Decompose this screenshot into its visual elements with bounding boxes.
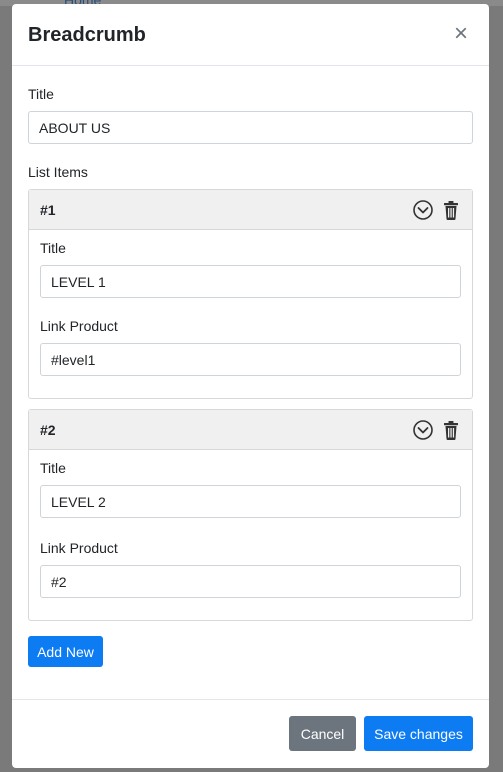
item-title-label-1: Title: [40, 240, 66, 256]
modal-footer-divider: [12, 699, 489, 700]
item-link-label-2: Link Product: [40, 540, 118, 556]
title-label: Title: [28, 86, 54, 102]
item-link-input-2[interactable]: [40, 565, 461, 598]
trash-icon[interactable]: [440, 199, 462, 221]
trash-icon[interactable]: [440, 419, 462, 441]
close-icon[interactable]: ×: [449, 20, 473, 48]
chevron-circle-down-icon[interactable]: [412, 419, 434, 441]
list-item-number-1: #1: [40, 202, 56, 218]
list-item-card-2: #2 Title Link Product: [28, 409, 473, 621]
chevron-circle-down-icon[interactable]: [412, 199, 434, 221]
breadcrumb-modal: Breadcrumb × Title List Items #1 Title L…: [12, 4, 489, 768]
title-input[interactable]: [28, 111, 473, 144]
list-item-header-1: #1: [29, 190, 472, 230]
cancel-button[interactable]: Cancel: [289, 716, 356, 751]
save-changes-button[interactable]: Save changes: [364, 716, 473, 751]
item-link-input-1[interactable]: [40, 343, 461, 376]
list-items-label: List Items: [28, 164, 88, 180]
list-item-header-2: #2: [29, 410, 472, 450]
add-new-button[interactable]: Add New: [28, 636, 103, 667]
list-item-number-2: #2: [40, 422, 56, 438]
item-title-label-2: Title: [40, 460, 66, 476]
modal-header: Breadcrumb ×: [12, 4, 489, 66]
list-item-card-1: #1 Title Link Product: [28, 189, 473, 399]
item-title-input-2[interactable]: [40, 485, 461, 518]
modal-title: Breadcrumb: [28, 24, 146, 46]
item-link-label-1: Link Product: [40, 318, 118, 334]
item-title-input-1[interactable]: [40, 265, 461, 298]
